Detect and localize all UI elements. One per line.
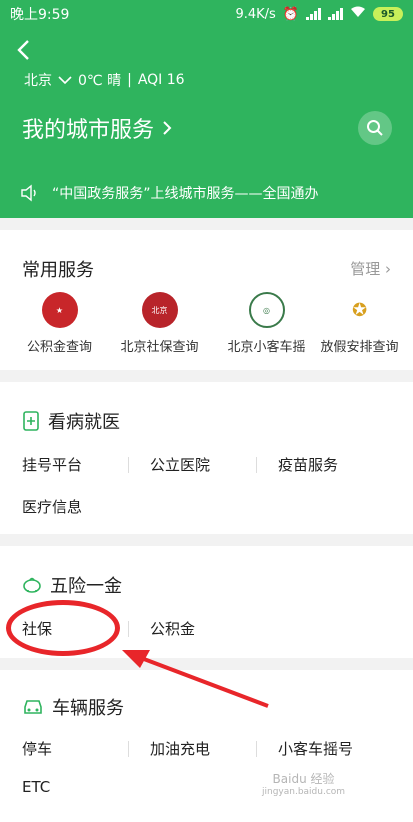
watermark-line1: Baidu 经验 (272, 772, 335, 786)
annotation-arrow (122, 650, 269, 708)
watermark-line2: jingyan.baidu.com (262, 787, 346, 797)
watermark: Baidu 经验 jingyan.baidu.com (262, 770, 345, 797)
